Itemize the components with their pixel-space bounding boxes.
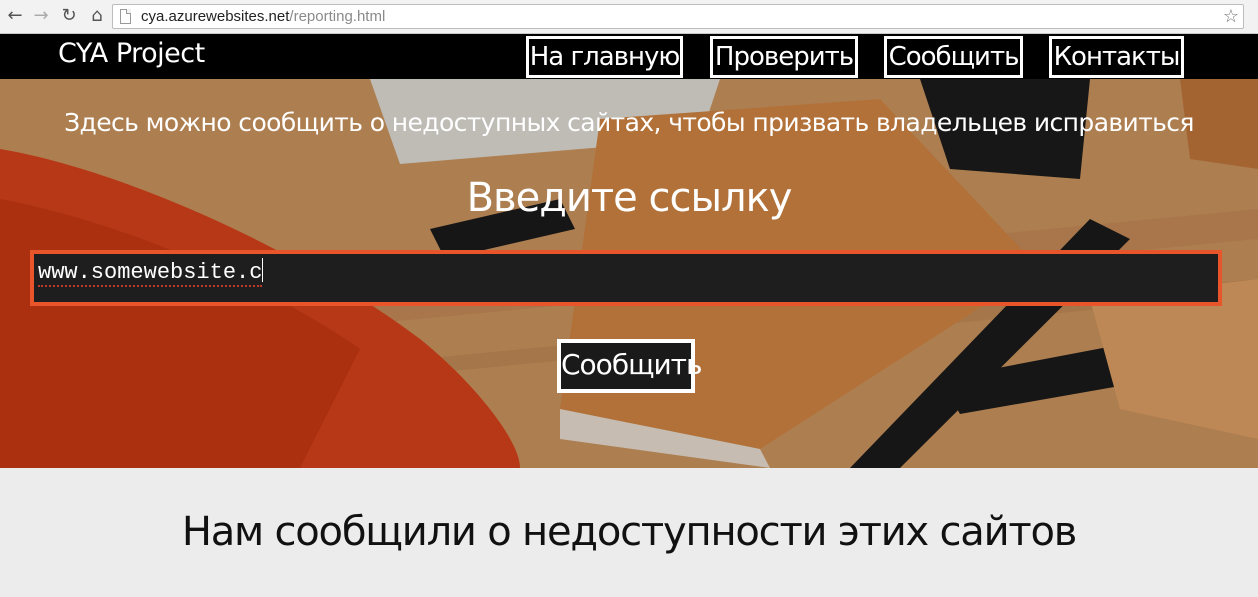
address-url: cya.azurewebsites.net/reporting.html <box>141 8 385 26</box>
back-arrow-icon[interactable]: ← <box>4 5 26 27</box>
address-bar[interactable]: cya.azurewebsites.net/reporting.html ☆ <box>112 4 1244 29</box>
home-icon[interactable]: ⌂ <box>86 5 108 27</box>
url-path: /reporting.html <box>289 8 386 25</box>
browser-toolbar: ← → ↻ ⌂ cya.azurewebsites.net/reporting.… <box>0 0 1258 34</box>
url-host: cya.azurewebsites.net <box>141 8 290 25</box>
report-submit-button[interactable]: Сообщить <box>557 339 702 393</box>
forward-arrow-icon[interactable]: → <box>30 5 52 27</box>
url-input[interactable]: www.somewebsite.c <box>30 250 1222 306</box>
site-brand[interactable]: CYA Project <box>58 37 205 71</box>
nav-item-report[interactable]: Сообщить <box>884 36 1023 78</box>
hero-title: Введите ссылку <box>466 175 793 221</box>
text-caret <box>262 258 264 282</box>
url-input-value: www.somewebsite.c <box>38 260 263 287</box>
nav-item-home[interactable]: На главную <box>526 36 683 78</box>
hero-subtitle: Здесь можно сообщить о недоступных сайта… <box>64 108 1194 137</box>
reported-sites-section: Нам сообщили о недоступности этих сайтов <box>0 468 1258 597</box>
site-header: CYA Project На главную Проверить Сообщит… <box>0 34 1258 79</box>
hero-section: Здесь можно сообщить о недоступных сайта… <box>0 79 1258 468</box>
page-icon <box>120 9 131 24</box>
reported-sites-title: Нам сообщили о недоступности этих сайтов <box>181 509 1078 555</box>
star-icon[interactable]: ☆ <box>1223 5 1239 28</box>
reload-icon[interactable]: ↻ <box>58 5 80 27</box>
nav-item-check[interactable]: Проверить <box>710 36 858 78</box>
nav-item-contacts[interactable]: Контакты <box>1049 36 1184 78</box>
